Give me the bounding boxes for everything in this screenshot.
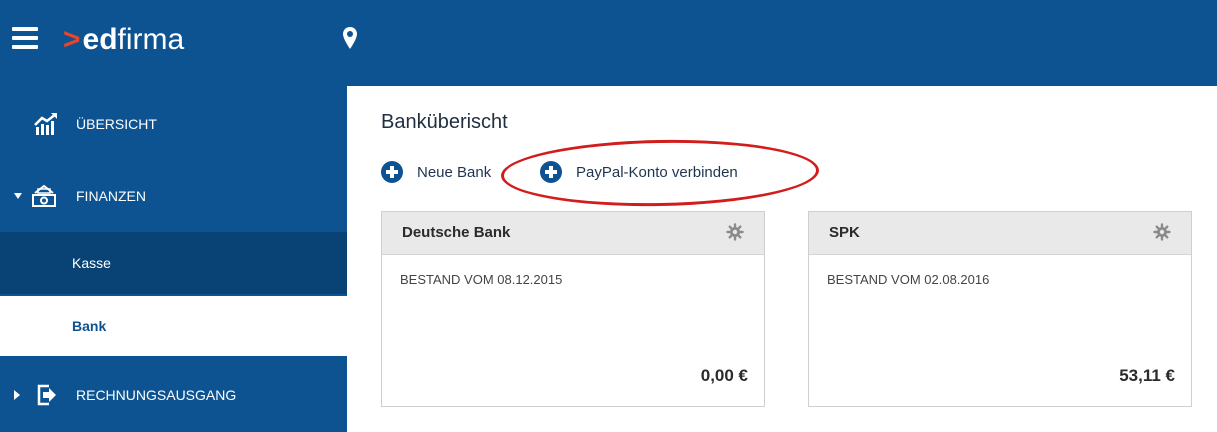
app-logo[interactable]: >edfirma	[63, 22, 184, 58]
sidebar-item-kasse[interactable]: Kasse	[0, 232, 347, 294]
sidebar-item-label: FINANZEN	[76, 188, 146, 204]
gear-icon[interactable]	[1153, 223, 1171, 241]
money-icon	[32, 184, 56, 207]
sidebar-item-label: ÜBERSICHT	[76, 116, 157, 132]
main-content: Banküberischt Neue Bank PayPal-Konto ver…	[347, 86, 1217, 432]
plus-circle-icon	[381, 161, 403, 183]
balance-date: BESTAND VOM 08.12.2015	[400, 272, 563, 287]
new-bank-button[interactable]: Neue Bank	[381, 161, 491, 183]
card-header: Deutsche Bank	[382, 212, 764, 255]
sidebar-item-uebersicht[interactable]: ÜBERSICHT	[0, 86, 347, 162]
balance-date: BESTAND VOM 02.08.2016	[827, 272, 990, 287]
bank-card-spk[interactable]: SPK BESTAND VOM 02.08.2016 53,11 €	[808, 211, 1192, 407]
sidebar-item-rechnungsausgang[interactable]: RECHNUNGSAUSGANG	[0, 358, 347, 432]
plus-circle-icon	[540, 161, 562, 183]
connect-paypal-label: PayPal-Konto verbinden	[576, 163, 738, 181]
card-header: SPK	[809, 212, 1191, 255]
chart-icon	[34, 113, 57, 135]
sidebar-item-label: RECHNUNGSAUSGANG	[76, 387, 237, 403]
logo-chevron: >	[63, 23, 81, 56]
location-pin-icon[interactable]	[343, 27, 357, 49]
logo-firma: firma	[117, 23, 185, 56]
sidebar-item-label: Kasse	[72, 255, 111, 271]
card-title: Deutsche Bank	[402, 224, 511, 241]
sidebar-item-finanzen[interactable]: FINANZEN	[0, 166, 347, 226]
caret-right-icon	[14, 390, 20, 400]
gear-icon[interactable]	[726, 223, 744, 241]
connect-paypal-button[interactable]: PayPal-Konto verbinden	[540, 161, 738, 183]
balance-amount: 53,11 €	[1119, 366, 1175, 385]
balance-amount: 0,00 €	[700, 366, 748, 385]
top-bar: >edfirma	[0, 0, 1217, 86]
sidebar-item-label: Bank	[72, 318, 107, 334]
logo-ed: ed	[82, 23, 118, 56]
sidebar: ÜBERSICHT FINANZEN Kasse Bank RECHNUNGSA…	[0, 86, 347, 432]
export-icon	[37, 384, 56, 406]
menu-icon[interactable]	[12, 27, 38, 49]
card-title: SPK	[829, 224, 860, 241]
page-title: Banküberischt	[381, 111, 508, 133]
new-bank-label: Neue Bank	[417, 163, 492, 181]
caret-down-icon	[14, 193, 22, 199]
bank-card-deutsche-bank[interactable]: Deutsche Bank BESTAND VOM 08.12.2015 0,0…	[381, 211, 765, 407]
sidebar-item-bank[interactable]: Bank	[0, 296, 347, 356]
